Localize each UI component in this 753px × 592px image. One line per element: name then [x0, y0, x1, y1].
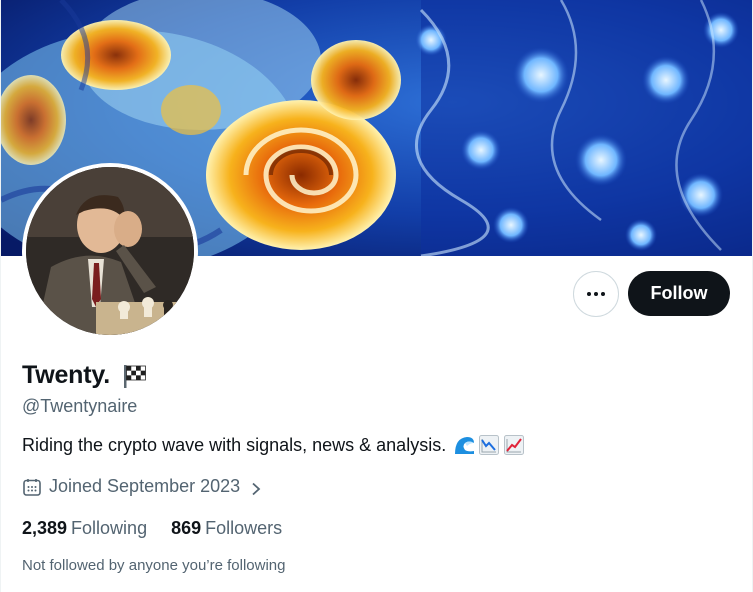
more-options-button[interactable]: [573, 271, 619, 317]
avatar-image: [26, 167, 194, 335]
profile-handle: @Twentynaire: [22, 396, 138, 416]
joined-date: Joined September 2023: [49, 476, 241, 496]
joined-date-row[interactable]: Joined September 2023: [22, 476, 263, 497]
following-link[interactable]: 2,389 Following: [22, 518, 147, 539]
calendar-icon: [22, 477, 42, 497]
wave-icon: [453, 434, 475, 456]
followers-you-know: Not followed by anyone you’re following: [22, 557, 286, 574]
display-name: Twenty.: [22, 361, 110, 389]
followers-link[interactable]: 869 Followers: [171, 518, 282, 539]
chevron-right-icon: [249, 480, 263, 495]
follow-button[interactable]: Follow: [628, 271, 730, 316]
followers-label: Followers: [205, 518, 283, 538]
profile-avatar[interactable]: [22, 163, 198, 339]
chart-decreasing-icon: [478, 434, 500, 456]
follow-stats: 2,389 Following 869 Followers: [22, 518, 282, 539]
bio-text: Riding the crypto wave with signals, new…: [22, 434, 447, 455]
following-count: 2,389: [22, 518, 68, 538]
profile-bio: Riding the crypto wave with signals, new…: [22, 434, 525, 456]
chart-increasing-icon: [503, 434, 525, 456]
display-name-row: Twenty.: [22, 361, 148, 390]
more-horizontal-icon: [587, 292, 605, 296]
following-label: Following: [71, 518, 148, 538]
bio-emojis: [453, 434, 525, 456]
followers-count: 869: [171, 518, 202, 538]
checkered-flag-icon: [120, 362, 148, 390]
profile-header: Follow Twenty. @Twentynaire Riding the c…: [0, 0, 753, 592]
